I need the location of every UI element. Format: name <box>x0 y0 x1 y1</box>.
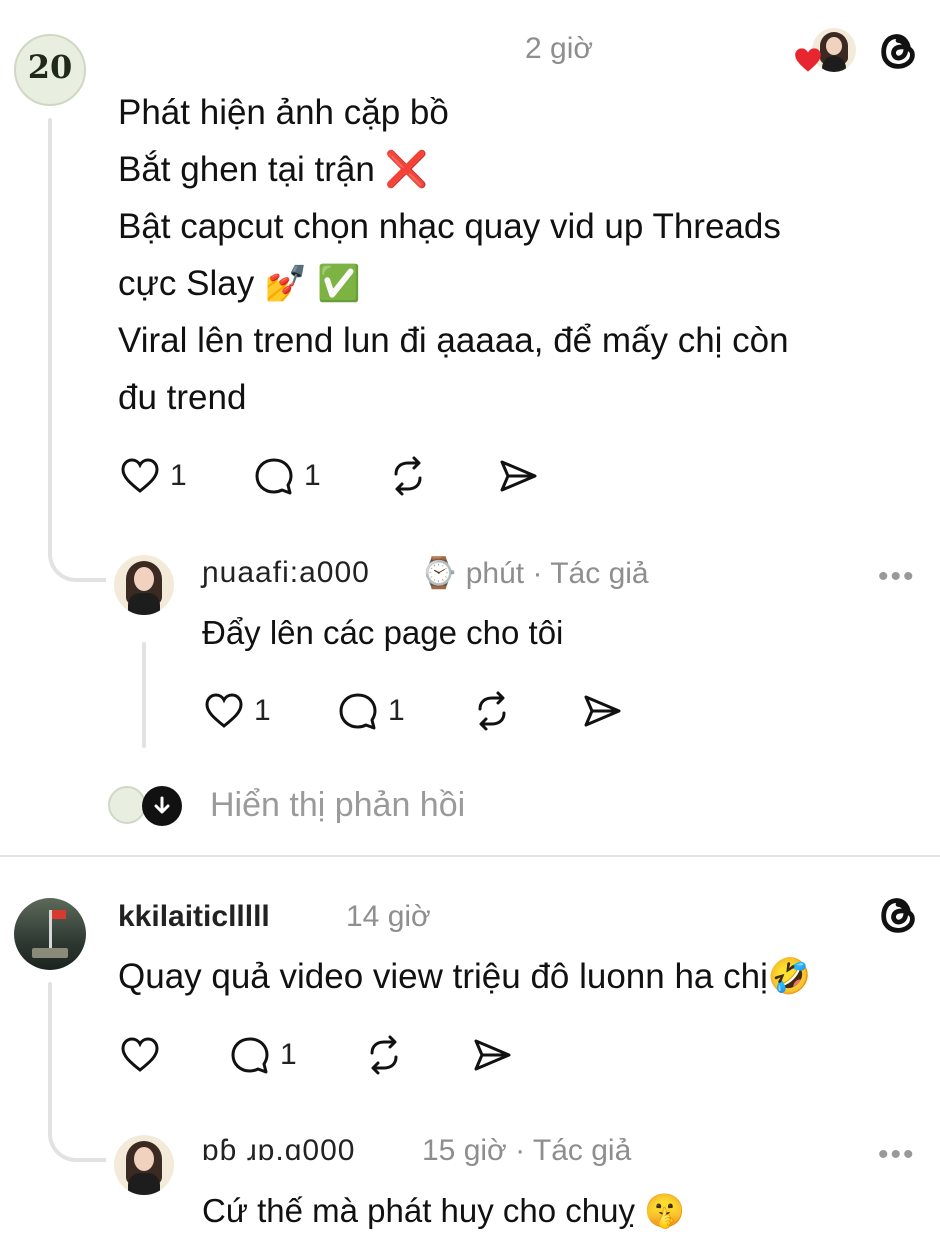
show-replies-down-button[interactable] <box>142 786 182 826</box>
threads-logo-icon[interactable] <box>876 892 922 938</box>
reply1-body: Đẩy lên các page cho tôi <box>202 614 564 651</box>
heart-liked-icon <box>795 48 821 72</box>
post2-body: Quay quả video view triệu đô luonn ha ch… <box>118 957 812 996</box>
post1-line-3: Bật capcut chọn nhạc quay vid up Threads <box>118 207 781 246</box>
heart-icon <box>205 693 243 728</box>
comment-divider <box>0 855 940 857</box>
post1-line-1: Phát hiện ảnh cặp bồ <box>118 93 449 132</box>
send-icon <box>500 460 537 492</box>
reply2-username[interactable]: ɒɓ ɹɒ.ɑ000 <box>202 1134 355 1168</box>
post2-username[interactable]: kkilaiticlllll <box>118 900 270 934</box>
post1-reply-count: 1 <box>304 459 321 492</box>
show-replies-link[interactable]: Hiển thị phản hồi <box>210 786 465 825</box>
reply1-author-tag: Tác giả <box>550 557 649 590</box>
reply1-username[interactable]: ɲuaafi:a000 <box>202 556 370 590</box>
reply2-body: Cứ thế mà phát huy cho chuỵ 🤫 <box>202 1192 686 1229</box>
post1-body: Phát hiện ảnh cặp bồ Bắt ghen tại trận ❌… <box>118 84 789 426</box>
post2-like-button[interactable] <box>118 1032 162 1078</box>
show-replies-avatar <box>108 786 146 824</box>
comment-icon <box>255 458 293 495</box>
post1-line-4: cực Slay 💅 ✅ <box>118 264 361 303</box>
reply2-more-button[interactable]: ••• <box>878 1138 916 1172</box>
post2-timestamp: 14 giờ <box>346 900 431 933</box>
reply1-reply-button[interactable]: 1 <box>336 688 405 734</box>
post1-thread-line <box>48 118 52 558</box>
reply2-avatar[interactable] <box>114 1135 174 1195</box>
heart-icon <box>121 1037 159 1072</box>
arrow-down-icon <box>154 796 170 814</box>
post1-reply-button[interactable]: 1 <box>252 453 321 499</box>
post2-avatar[interactable] <box>14 898 86 970</box>
post2-repost-button[interactable] <box>362 1032 406 1078</box>
post2-reply-count: 1 <box>280 1038 297 1071</box>
reply1-like-count: 1 <box>254 694 271 727</box>
comment-icon <box>339 693 377 730</box>
post1-avatar[interactable]: 20 <box>14 34 86 106</box>
post1-like-button[interactable]: 1 <box>118 453 187 499</box>
repost-icon <box>478 691 506 731</box>
post2-reply-button[interactable]: 1 <box>228 1032 297 1078</box>
reply2-author-tag: Tác giả <box>532 1134 632 1167</box>
post1-avatar-number: 20 <box>27 48 73 86</box>
reply1-thread-line <box>142 642 146 748</box>
post2-share-button[interactable] <box>470 1032 514 1078</box>
reply1-action-bar: 1 1 <box>202 688 642 734</box>
comment-icon <box>231 1037 269 1074</box>
threads-comments-page: 20 2 giờ Phát hiện ảnh cặp bồ Bắt ghen t… <box>0 0 940 1253</box>
threads-logo-icon[interactable] <box>876 28 922 74</box>
post1-line-2: Bắt ghen tại trận ❌ <box>118 150 429 189</box>
post1-thread-curve <box>48 530 106 582</box>
post2-action-bar: 1 <box>118 1032 558 1078</box>
repost-icon <box>370 1035 398 1075</box>
reply1-repost-button[interactable] <box>470 688 514 734</box>
repost-icon <box>394 456 422 496</box>
post1-line-6: đu trend <box>118 378 247 417</box>
reply1-timestamp: ⌚ phút · Tác giả <box>420 557 649 590</box>
post1-like-count: 1 <box>170 459 187 492</box>
post1-share-button[interactable] <box>496 453 540 499</box>
post1-timestamp: 2 giờ <box>525 32 594 65</box>
reply1-like-button[interactable]: 1 <box>202 688 271 734</box>
reply1-avatar[interactable] <box>114 555 174 615</box>
reply2-timestamp: 15 giờ · Tác giả <box>422 1134 632 1167</box>
reply1-more-button[interactable]: ••• <box>878 560 916 594</box>
reply1-share-button[interactable] <box>580 688 624 734</box>
post1-action-bar: 1 1 <box>118 453 578 499</box>
post1-repost-button[interactable] <box>386 453 430 499</box>
send-icon <box>584 695 621 727</box>
heart-icon <box>121 458 159 493</box>
send-icon <box>474 1039 511 1071</box>
post2-thread-curve <box>48 1110 106 1162</box>
reply1-clock-icon: ⌚ <box>420 557 466 590</box>
reply1-reply-count: 1 <box>388 694 405 727</box>
post1-line-5: Viral lên trend lun đi ạaaaa, để mấy chị… <box>118 321 789 360</box>
